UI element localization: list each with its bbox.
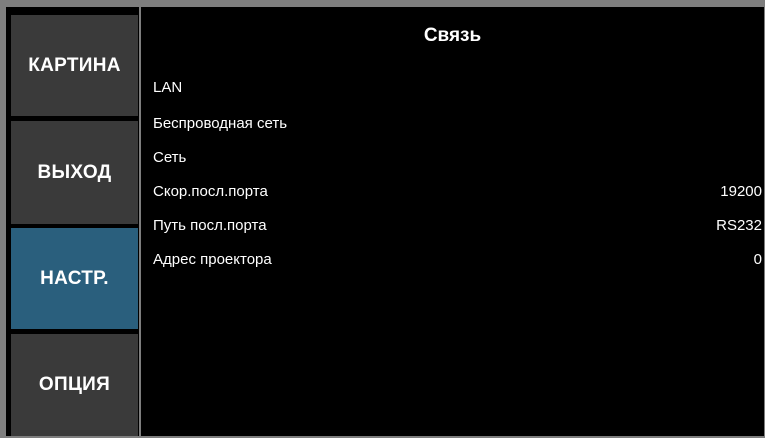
menu-tab-opciya[interactable]: ОПЦИЯ (11, 334, 138, 436)
menu-tab-nastr[interactable]: НАСТР. (11, 228, 138, 329)
menu-tab-label: КАРТИНА (28, 54, 121, 76)
setting-row-serial-path[interactable]: Путь посл.порта RS232 (153, 214, 762, 236)
menu-tab-label: НАСТР. (40, 267, 109, 289)
setting-label: Сеть (153, 148, 187, 166)
menu-tab-kartina[interactable]: КАРТИНА (11, 15, 138, 116)
setting-row-wireless[interactable]: Беспроводная сеть (153, 112, 762, 134)
setting-row-serial-speed[interactable]: Скор.посл.порта 19200 (153, 180, 762, 202)
panel-title: Связь (423, 25, 482, 46)
setting-value: 0 (753, 250, 762, 268)
setting-label: Беспроводная сеть (153, 114, 288, 132)
menu-sidebar: КАРТИНА ВЫХОД НАСТР. ОПЦИЯ (6, 7, 139, 436)
setting-value: 19200 (720, 182, 762, 200)
setting-label: Скор.посл.порта (153, 182, 268, 200)
menu-tab-vyhod[interactable]: ВЫХОД (11, 121, 138, 224)
menu-tab-label: ОПЦИЯ (38, 374, 111, 395)
setting-value: RS232 (716, 216, 762, 234)
setting-label: Адрес проектора (153, 250, 272, 268)
menu-tab-label: ВЫХОД (37, 161, 112, 183)
setting-row-projector-address[interactable]: Адрес проектора 0 (153, 248, 762, 270)
setting-label: Путь посл.порта (153, 216, 267, 234)
settings-panel: Связь LAN Беспроводная сеть Сеть Скор.по… (141, 7, 764, 436)
setting-row-lan[interactable]: LAN (153, 76, 762, 98)
setting-label: LAN (153, 78, 183, 96)
setting-row-network[interactable]: Сеть (153, 146, 762, 168)
